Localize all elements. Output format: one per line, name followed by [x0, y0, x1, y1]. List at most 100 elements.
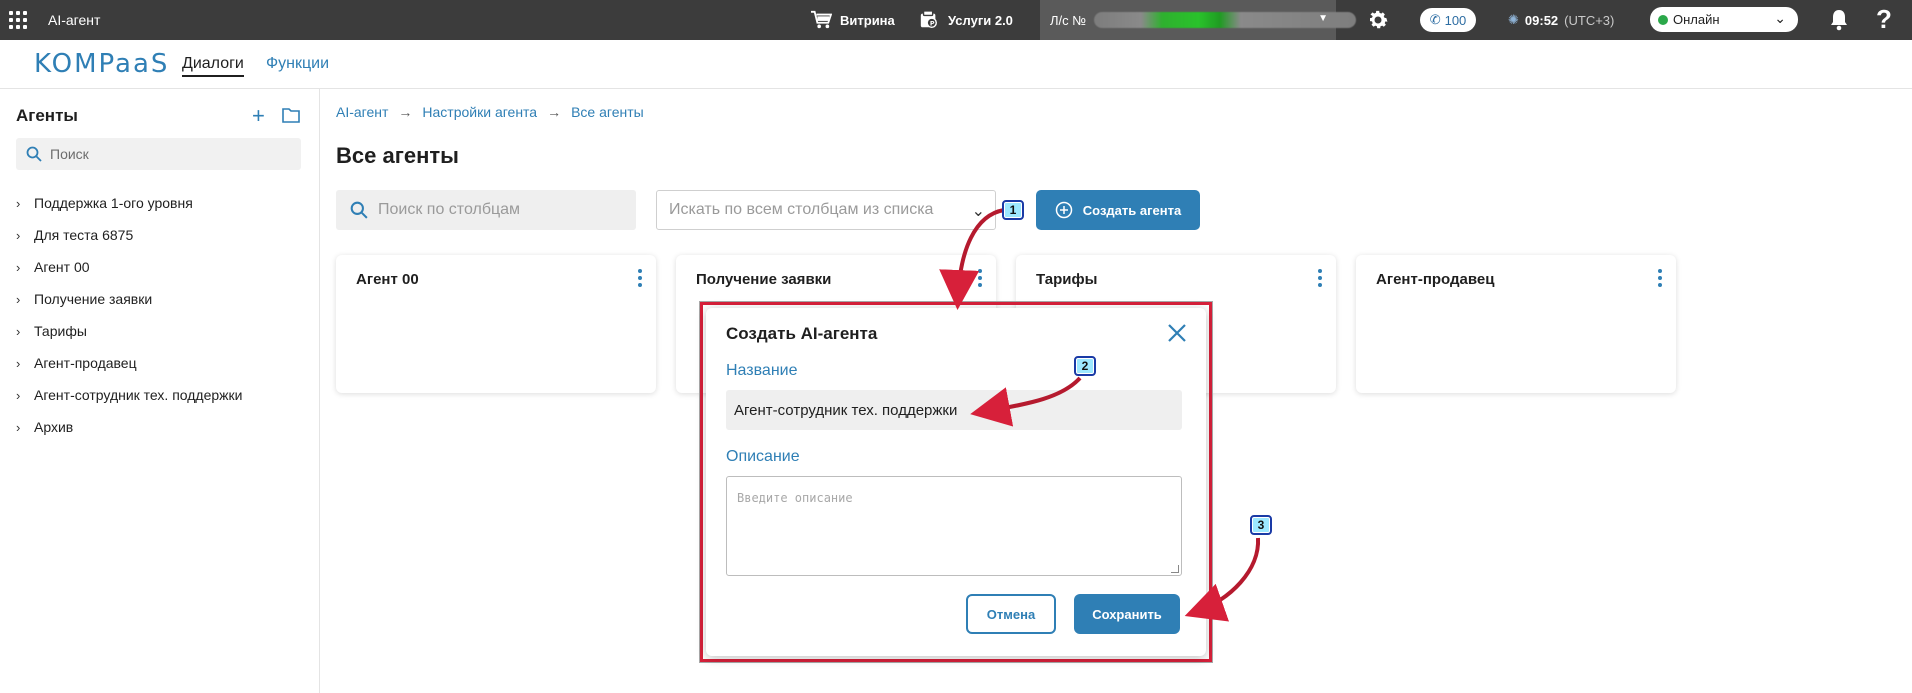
page-title: Все агенты	[336, 143, 459, 168]
resize-handle-icon[interactable]	[1171, 565, 1179, 573]
apps-grid-icon[interactable]	[9, 11, 27, 29]
services-icon: P	[920, 10, 937, 28]
cart-icon	[811, 10, 832, 29]
save-button[interactable]: Сохранить	[1074, 594, 1180, 634]
kebab-menu-icon[interactable]	[1318, 269, 1322, 287]
account-number-masked	[1094, 12, 1356, 28]
description-placeholder: Введите описание	[737, 491, 853, 505]
arrow-right-icon: →	[398, 104, 413, 120]
clock: ✺ 09:52 (UTC+3)	[1508, 12, 1614, 28]
tree-item[interactable]: › Агент-сотрудник тех. поддержки	[16, 379, 242, 411]
tree-item[interactable]: › Для теста 6875	[16, 219, 242, 251]
annotation-badge: 3	[1250, 515, 1272, 535]
create-agent-dialog: Создать AI-агента Название Агент-сотрудн…	[706, 308, 1206, 656]
agent-name-value: Агент-сотрудник тех. поддержки	[734, 401, 958, 419]
tree-item[interactable]: › Получение заявки	[16, 283, 242, 315]
showcase-label: Витрина	[840, 12, 895, 28]
chevron-right-icon: ›	[16, 355, 21, 371]
tree-item[interactable]: › Архив	[16, 411, 242, 443]
all-columns-search-select[interactable]: Искать по всем столбцам из списка ⌄	[656, 190, 996, 230]
help-icon[interactable]: ?	[1876, 4, 1892, 35]
agent-card-title: Тарифы	[1036, 271, 1098, 288]
tree-item-label: Агент-сотрудник тех. поддержки	[34, 387, 243, 403]
tree-item[interactable]: › Агент-продавец	[16, 347, 242, 379]
agent-description-textarea[interactable]: Введите описание	[726, 476, 1182, 576]
tree-item[interactable]: › Агент 00	[16, 251, 242, 283]
column-search-placeholder: Поиск по столбцам	[378, 201, 521, 218]
search-icon	[350, 201, 368, 219]
breadcrumb-item[interactable]: Настройки агента	[422, 104, 537, 120]
tree-item-label: Архив	[34, 419, 74, 435]
tree-item[interactable]: › Тарифы	[16, 315, 242, 347]
account-label: Л/с №	[1050, 13, 1087, 28]
agent-card-title: Получение заявки	[696, 271, 832, 288]
nav-bar: KOMPaaS Диалоги Функции	[0, 40, 1912, 89]
bell-icon[interactable]	[1828, 8, 1850, 32]
chevron-down-icon: ▼	[1318, 13, 1328, 24]
close-icon[interactable]	[1166, 322, 1188, 344]
sidebar-title: Агенты	[16, 106, 78, 125]
tab-functions[interactable]: Функции	[266, 55, 329, 73]
svg-text:P: P	[930, 20, 935, 27]
agents-tree: › Поддержка 1-ого уровня › Для теста 6875 …	[16, 187, 242, 443]
app-title: AI-агент	[48, 12, 101, 28]
dialog-title: Создать AI-агента	[726, 324, 878, 343]
breadcrumb: AI-агент → Настройки агента → Все агенты	[336, 104, 644, 120]
tree-item-label: Получение заявки	[34, 291, 153, 307]
tab-dialogs[interactable]: Диалоги	[182, 55, 244, 77]
agent-name-input[interactable]: Агент-сотрудник тех. поддержки	[726, 390, 1182, 430]
create-agent-button[interactable]: Создать агента	[1036, 190, 1200, 230]
sidebar-search-input[interactable]: Поиск	[16, 138, 301, 170]
kebab-menu-icon[interactable]	[638, 269, 642, 287]
agents-sidebar: Агенты + Поиск › Поддержка 1-ого уровня ›…	[0, 89, 320, 693]
kompaas-logo: KOMPaaS	[34, 49, 170, 79]
gear-icon[interactable]	[1366, 8, 1390, 32]
cancel-button[interactable]: Отмена	[966, 594, 1056, 634]
chevron-right-icon: ›	[16, 259, 21, 275]
all-columns-search-placeholder: Искать по всем столбцам из списка	[669, 201, 934, 218]
kebab-menu-icon[interactable]	[1658, 269, 1662, 287]
breadcrumb-item[interactable]: AI-агент	[336, 104, 388, 120]
agent-card[interactable]: Агент 00	[336, 255, 656, 393]
agent-card[interactable]: Агент-продавец	[1356, 255, 1676, 393]
status-value: Онлайн	[1673, 12, 1720, 27]
create-agent-label: Создать агента	[1082, 202, 1182, 218]
tree-item-label: Для теста 6875	[34, 227, 134, 243]
breadcrumb-item[interactable]: Все агенты	[571, 104, 644, 120]
add-agent-plus-icon[interactable]: +	[252, 103, 265, 129]
agent-card-title: Агент 00	[356, 271, 419, 288]
phone-count: 100	[1444, 12, 1467, 28]
chevron-right-icon: ›	[16, 291, 21, 307]
tree-item-label: Тарифы	[34, 323, 87, 339]
column-search-input[interactable]: Поиск по столбцам	[336, 190, 636, 230]
chevron-down-icon: ⌄	[971, 203, 985, 220]
chevron-right-icon: ›	[16, 419, 21, 435]
sidebar-search-placeholder: Поиск	[50, 146, 89, 162]
chevron-down-icon: ⌄	[1774, 10, 1786, 26]
search-icon	[26, 146, 42, 162]
showcase-link[interactable]: Витрина	[810, 10, 895, 30]
kebab-menu-icon[interactable]	[978, 269, 982, 287]
tree-item-label: Агент-продавец	[34, 355, 137, 371]
top-bar: AI-агент Витрина P Услуги 2.0 Л/с № ▼ ✆ …	[0, 0, 1912, 40]
plus-circle-icon	[1055, 201, 1073, 219]
arrow-right-icon: →	[547, 104, 562, 120]
annotation-badge: 1	[1002, 200, 1024, 220]
services-label: Услуги 2.0	[948, 12, 1013, 28]
clock-time: 09:52	[1524, 12, 1559, 28]
status-select[interactable]: Онлайн ⌄	[1650, 7, 1798, 32]
phone-lines-counter[interactable]: ✆ 100	[1420, 8, 1476, 32]
services-link[interactable]: P Услуги 2.0	[918, 10, 1013, 30]
chevron-right-icon: ›	[16, 227, 21, 243]
description-field-label: Описание	[726, 448, 800, 465]
online-status-dot	[1658, 14, 1668, 25]
tree-item-label: Поддержка 1-ого уровня	[34, 195, 193, 211]
chevron-right-icon: ›	[16, 387, 21, 403]
account-selector[interactable]: Л/с № ▼	[1040, 0, 1356, 40]
tree-item-label: Агент 00	[34, 259, 90, 275]
folder-icon[interactable]	[282, 107, 300, 123]
globe-icon: ✺	[1508, 12, 1519, 27]
annotation-badge: 2	[1074, 356, 1096, 376]
chevron-right-icon: ›	[16, 323, 21, 339]
tree-item[interactable]: › Поддержка 1-ого уровня	[16, 187, 242, 219]
